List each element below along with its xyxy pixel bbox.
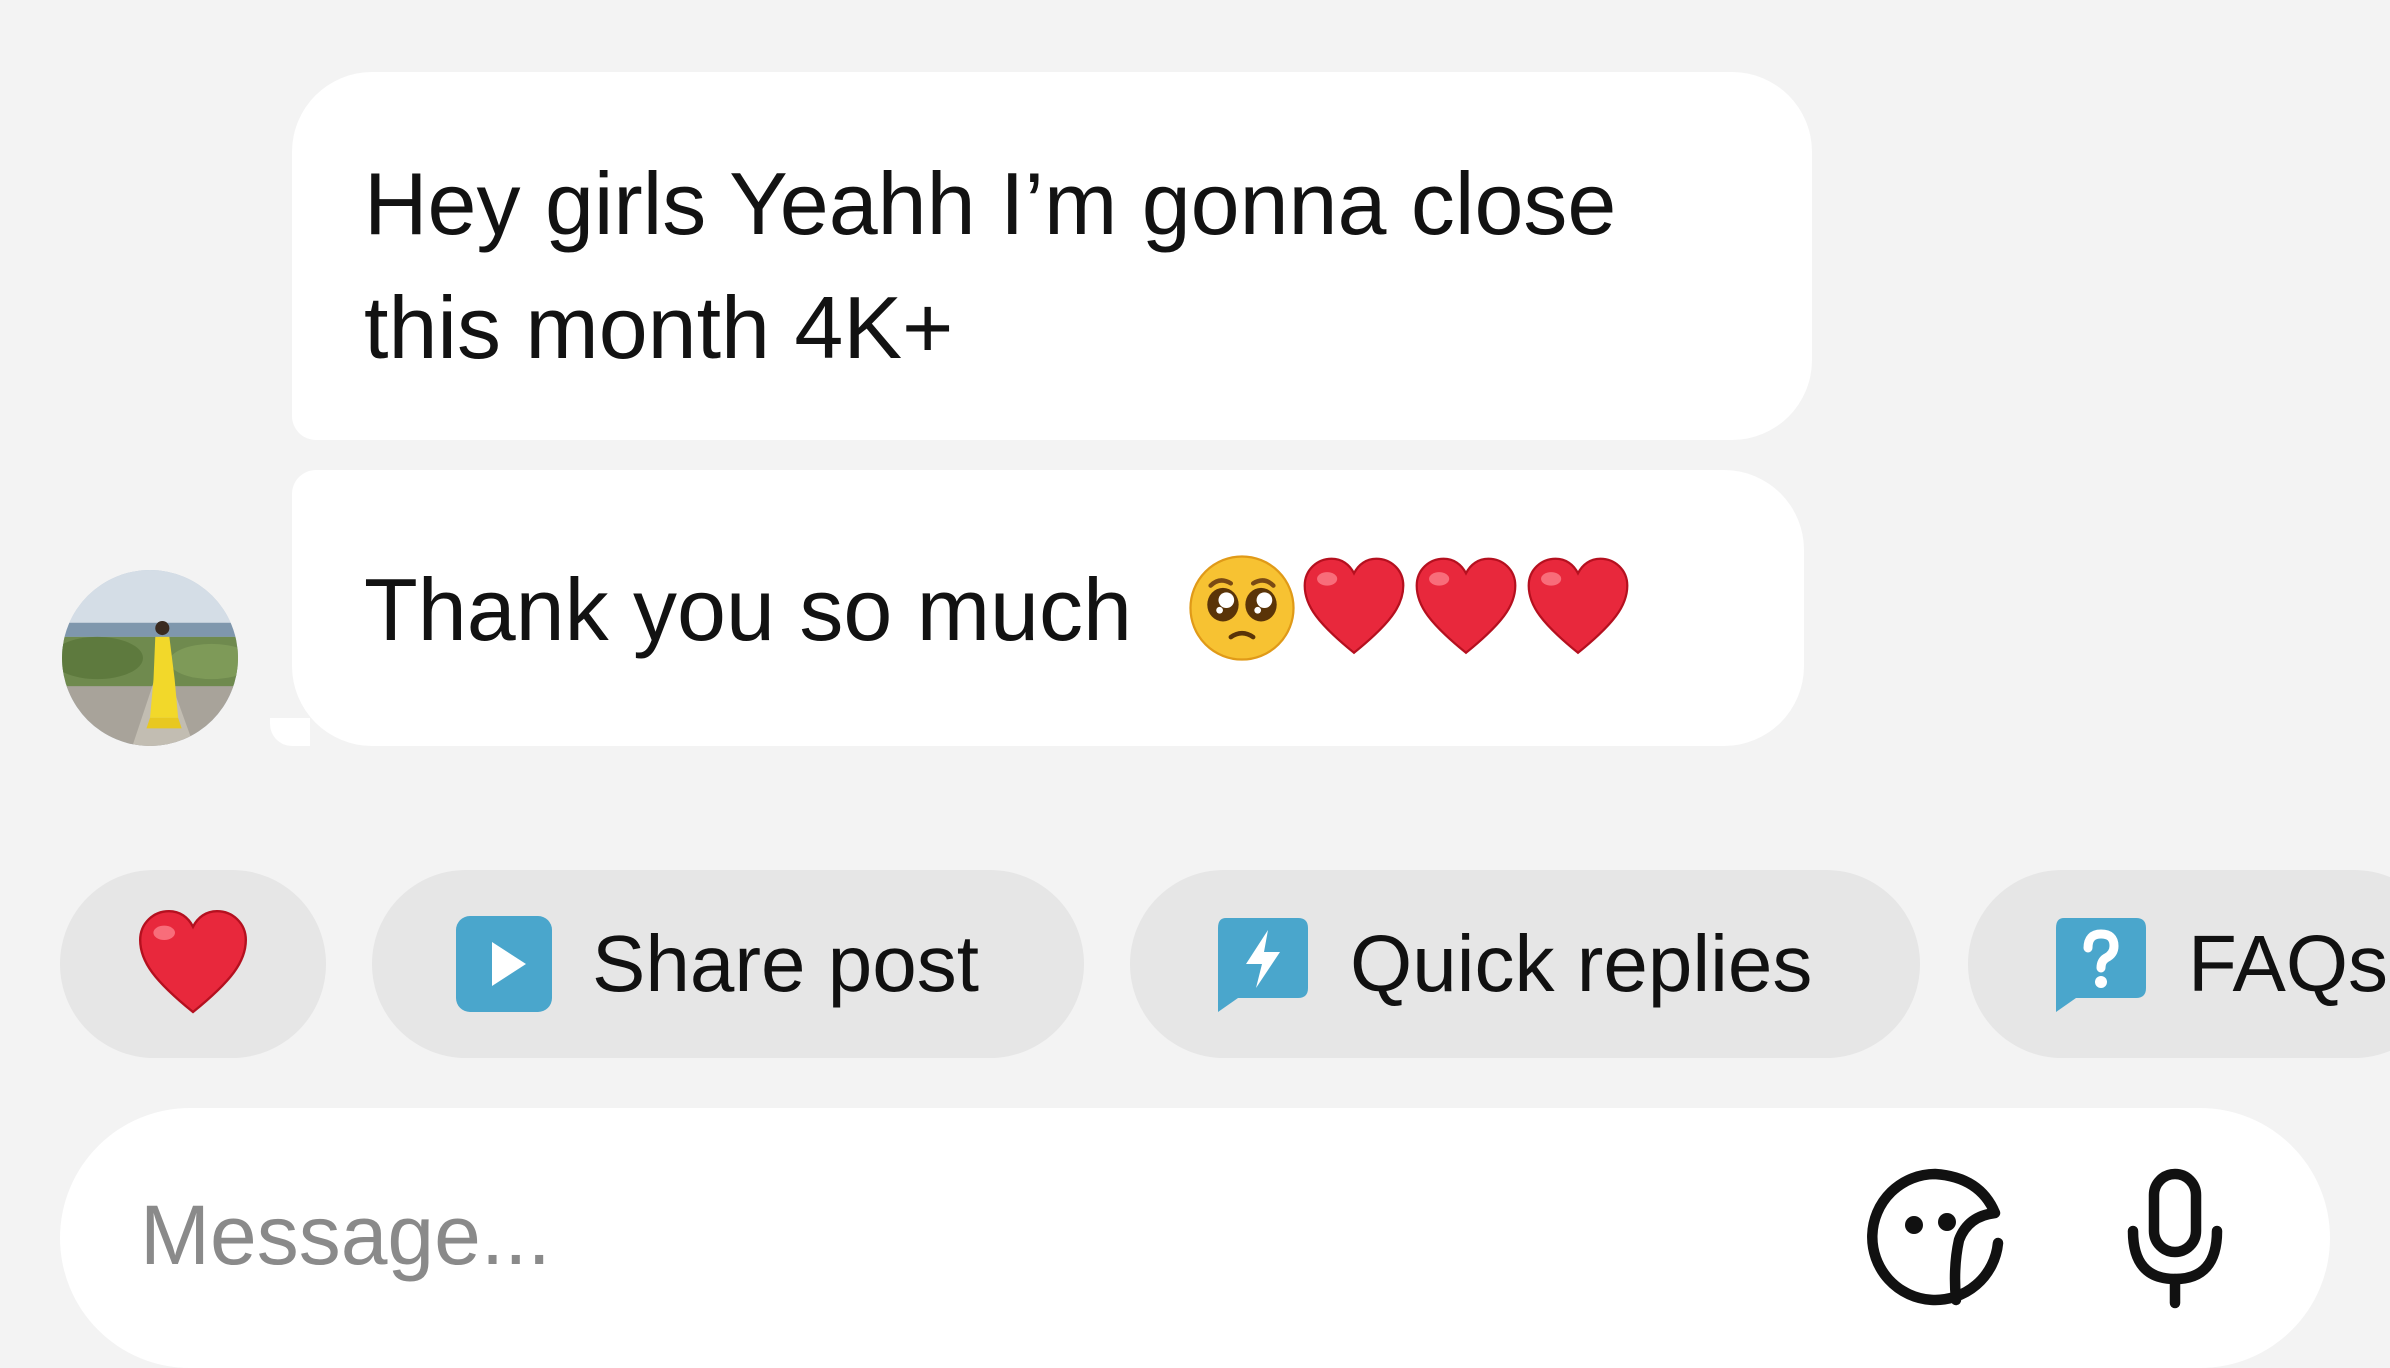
red-heart-emoji [1522,552,1634,664]
red-heart-icon [133,904,253,1024]
message-text-line-2: this month 4K+ [364,278,954,377]
sender-avatar[interactable] [62,570,238,746]
lightning-bubble-icon [1212,914,1312,1014]
quick-heart-button[interactable] [60,870,326,1058]
microphone-icon[interactable] [2100,1162,2250,1312]
message-input[interactable] [140,1180,1740,1290]
quick-replies-button[interactable]: Quick replies [1130,870,1920,1058]
message-bubble[interactable]: Thank you so much [270,470,1804,746]
sticker-icon[interactable] [1860,1162,2010,1312]
faqs-button[interactable]: FAQs [1968,870,2390,1058]
share-post-button[interactable]: Share post [372,870,1084,1058]
message-text-line-1: Hey girls Yeahh I’m gonna close [364,154,1617,253]
message-bubble[interactable]: Hey girls Yeahh I’m gonna close this mon… [292,72,1812,440]
play-icon [454,914,554,1014]
message-composer [60,1108,2330,1368]
share-post-label: Share post [592,919,979,1008]
pleading-face-emoji [1186,552,1298,664]
faqs-label: FAQs [2188,919,2389,1008]
red-heart-emoji [1410,552,1522,664]
message-text: Thank you so much [364,560,1132,659]
bubble-tail [270,718,310,746]
question-bubble-icon [2050,914,2150,1014]
quick-replies-label: Quick replies [1350,919,1813,1008]
red-heart-emoji [1298,552,1410,664]
